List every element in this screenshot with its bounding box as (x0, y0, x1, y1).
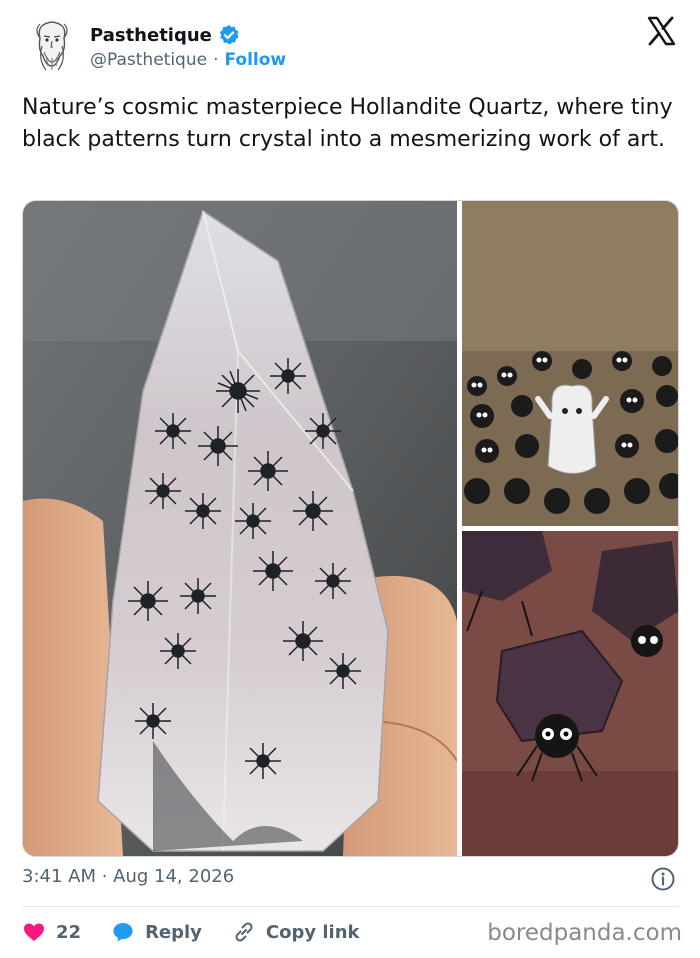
tweet-header: Pasthetique @Pasthetique · Follow (22, 14, 678, 76)
verified-badge-icon (219, 25, 239, 45)
action-bar: 22 Reply Copy link (22, 914, 390, 950)
follow-button[interactable]: Follow (224, 50, 286, 70)
quartz-crystal-image[interactable] (23, 201, 457, 856)
heart-icon (24, 923, 44, 941)
watermark: boredpanda.com (487, 920, 682, 946)
like-button[interactable]: 22 (22, 920, 81, 944)
reply-button[interactable]: Reply (111, 920, 202, 944)
media-grid (22, 200, 679, 857)
copy-link-button[interactable]: Copy link (232, 920, 360, 944)
soot-sprites-crowd-image[interactable] (462, 201, 678, 526)
display-name[interactable]: Pasthetique (90, 25, 212, 46)
like-count: 22 (56, 921, 82, 943)
info-icon[interactable] (650, 866, 676, 892)
soot-sprites-rocks-image[interactable] (462, 531, 678, 856)
divider (22, 906, 678, 907)
handle[interactable]: @Pasthetique (90, 50, 207, 70)
link-icon (235, 922, 253, 942)
reply-bubble-icon (113, 923, 133, 942)
reply-label: Reply (145, 921, 202, 943)
copy-link-label: Copy link (265, 921, 360, 943)
separator-dot: · (213, 50, 219, 70)
tweet-timestamp[interactable]: 3:41 AM · Aug 14, 2026 (22, 866, 234, 887)
name-row: Pasthetique (90, 24, 240, 46)
avatar[interactable] (26, 16, 78, 74)
handle-row: @Pasthetique · Follow (90, 50, 286, 70)
tweet-text: Nature’s cosmic masterpiece Hollandite Q… (22, 95, 673, 152)
x-logo-icon[interactable] (646, 16, 676, 46)
